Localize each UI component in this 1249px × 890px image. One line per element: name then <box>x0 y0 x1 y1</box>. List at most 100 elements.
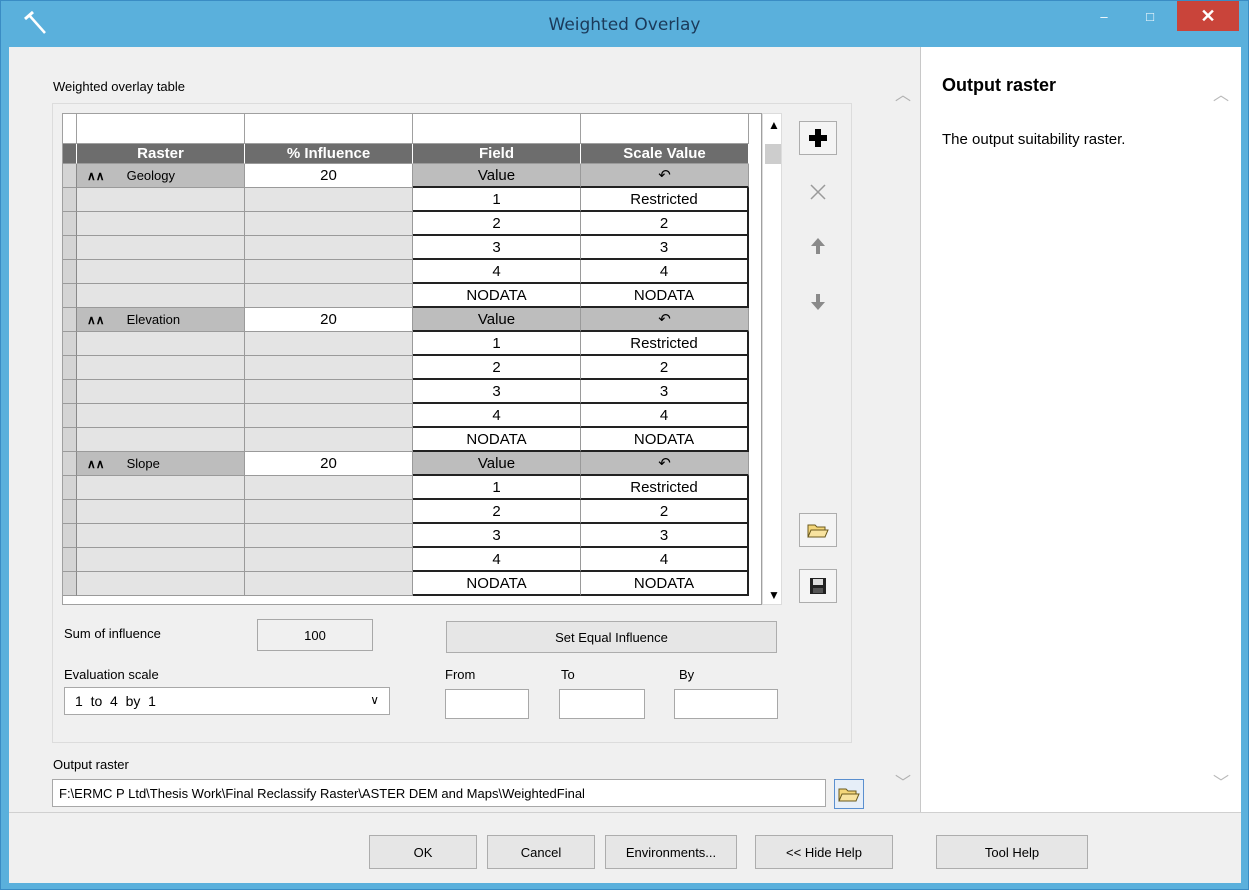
chevron-up-icon[interactable]: ︿ <box>1213 81 1229 105</box>
field-value-cell[interactable]: 4 <box>413 404 581 428</box>
restore-defaults-cell[interactable]: ↶ <box>581 452 749 476</box>
chevron-up-icon[interactable]: ︿ <box>895 81 911 105</box>
scale-value-cell[interactable]: 3 <box>581 380 749 404</box>
parameters-scrollbar[interactable]: ︿ ﹀ <box>889 47 917 812</box>
scroll-up-icon[interactable]: ▲ <box>768 118 780 132</box>
undo-arrow-icon[interactable]: ↶ <box>658 454 671 472</box>
table-row[interactable]: 1 Restricted <box>63 188 761 212</box>
table-row[interactable]: 44 <box>63 548 761 572</box>
maximize-button[interactable]: □ <box>1127 1 1173 31</box>
undo-arrow-icon[interactable]: ↶ <box>658 310 671 328</box>
output-raster-input[interactable]: F:\ERMC P Ltd\Thesis Work\Final Reclassi… <box>52 779 826 807</box>
field-cell[interactable]: Value <box>413 164 581 188</box>
row-header-cell[interactable] <box>63 164 77 188</box>
field-value-cell[interactable]: 2 <box>413 500 581 524</box>
minimize-button[interactable]: – <box>1081 1 1127 31</box>
field-value-cell[interactable]: NODATA <box>413 284 581 308</box>
field-value-cell[interactable]: 1 <box>413 476 581 500</box>
table-row[interactable]: 44 <box>63 260 761 284</box>
undo-arrow-icon[interactable]: ↶ <box>658 166 671 184</box>
to-input[interactable] <box>559 689 645 719</box>
row-header-cell[interactable] <box>63 260 77 284</box>
row-header-cell[interactable] <box>63 404 77 428</box>
set-equal-influence-button[interactable]: Set Equal Influence <box>446 621 777 653</box>
field-value-cell[interactable]: 3 <box>413 524 581 548</box>
move-up-button[interactable] <box>799 229 837 263</box>
scale-value-cell[interactable]: 3 <box>581 524 749 548</box>
table-row[interactable]: NODATA NODATA <box>63 284 761 308</box>
field-value-cell[interactable]: NODATA <box>413 428 581 452</box>
row-header-cell[interactable] <box>63 500 77 524</box>
influence-cell[interactable]: 20 <box>245 452 413 476</box>
table-row[interactable]: 22 <box>63 356 761 380</box>
scale-value-cell[interactable]: 2 <box>581 500 749 524</box>
collapse-chevron-icon[interactable]: ∧∧ <box>87 313 105 327</box>
environments-button[interactable]: Environments... <box>605 835 737 869</box>
scale-value-cell[interactable]: 4 <box>581 548 749 572</box>
scale-value-cell[interactable]: 4 <box>581 404 749 428</box>
collapse-chevron-icon[interactable]: ∧∧ <box>87 169 105 183</box>
scroll-thumb[interactable] <box>765 144 781 164</box>
chevron-down-icon[interactable]: ∨ <box>370 693 379 707</box>
row-header-cell[interactable] <box>63 332 77 356</box>
remove-raster-button[interactable] <box>799 175 837 209</box>
row-header-cell[interactable] <box>63 284 77 308</box>
col-header-field[interactable]: Field <box>413 144 581 164</box>
field-value-cell[interactable]: NODATA <box>413 572 581 596</box>
raster-name-cell[interactable]: ∧∧ Geology <box>77 164 245 188</box>
row-header-cell[interactable] <box>63 452 77 476</box>
row-header-cell[interactable] <box>63 548 77 572</box>
field-value-cell[interactable]: 1 <box>413 188 581 212</box>
table-scrollbar[interactable]: ▲ ▼ <box>762 113 782 605</box>
influence-cell[interactable]: 20 <box>245 164 413 188</box>
weighted-overlay-table[interactable]: Raster % Influence Field Scale Value ∧∧ G… <box>62 113 762 605</box>
scale-value-cell[interactable]: 4 <box>581 260 749 284</box>
table-row[interactable]: 22 <box>63 500 761 524</box>
field-value-cell[interactable]: 4 <box>413 260 581 284</box>
table-row[interactable]: 44 <box>63 404 761 428</box>
field-value-cell[interactable]: 3 <box>413 380 581 404</box>
hide-help-button[interactable]: << Hide Help <box>755 835 893 869</box>
col-header-influence[interactable]: % Influence <box>245 144 413 164</box>
scale-value-cell[interactable]: NODATA <box>581 428 749 452</box>
table-row[interactable]: 1 Restricted <box>63 332 761 356</box>
close-button[interactable]: ✕ <box>1177 1 1239 31</box>
scale-value-cell[interactable]: Restricted <box>581 332 749 356</box>
row-header-cell[interactable] <box>63 188 77 212</box>
field-value-cell[interactable]: 3 <box>413 236 581 260</box>
raster-group-row[interactable]: ∧∧ Elevation 20 Value ↶ <box>63 308 761 332</box>
table-row[interactable]: 33 <box>63 380 761 404</box>
save-remap-table-button[interactable] <box>799 569 837 603</box>
move-down-button[interactable] <box>799 285 837 319</box>
row-header-cell[interactable] <box>63 476 77 500</box>
table-row[interactable]: NODATA NODATA <box>63 572 761 596</box>
row-header-cell[interactable] <box>63 212 77 236</box>
row-header-cell[interactable] <box>63 236 77 260</box>
col-header-raster[interactable]: Raster <box>77 144 245 164</box>
field-value-cell[interactable]: 2 <box>413 356 581 380</box>
table-row[interactable]: NODATA NODATA <box>63 428 761 452</box>
raster-name-cell[interactable]: ∧∧ Elevation <box>77 308 245 332</box>
scroll-down-icon[interactable]: ▼ <box>768 588 780 602</box>
collapse-chevron-icon[interactable]: ∧∧ <box>87 457 105 471</box>
row-header-cell[interactable] <box>63 428 77 452</box>
open-remap-table-button[interactable] <box>799 513 837 547</box>
scale-value-cell[interactable]: 2 <box>581 356 749 380</box>
scale-value-cell[interactable]: NODATA <box>581 572 749 596</box>
table-row[interactable]: 1 Restricted <box>63 476 761 500</box>
chevron-down-icon[interactable]: ﹀ <box>1213 769 1229 793</box>
field-value-cell[interactable]: 4 <box>413 548 581 572</box>
cancel-button[interactable]: Cancel <box>487 835 595 869</box>
ok-button[interactable]: OK <box>369 835 477 869</box>
row-header-cell[interactable] <box>63 524 77 548</box>
by-input[interactable] <box>674 689 778 719</box>
table-row[interactable]: 22 <box>63 212 761 236</box>
raster-group-row[interactable]: ∧∧ Geology 20 Value ↶ <box>63 164 761 188</box>
evaluation-scale-select[interactable]: 1 to 4 by 1 ∨ <box>64 687 390 715</box>
row-header-cell[interactable] <box>63 308 77 332</box>
scale-value-cell[interactable]: Restricted <box>581 188 749 212</box>
field-cell[interactable]: Value <box>413 308 581 332</box>
influence-cell[interactable]: 20 <box>245 308 413 332</box>
restore-defaults-cell[interactable]: ↶ <box>581 164 749 188</box>
chevron-down-icon[interactable]: ﹀ <box>895 769 911 793</box>
